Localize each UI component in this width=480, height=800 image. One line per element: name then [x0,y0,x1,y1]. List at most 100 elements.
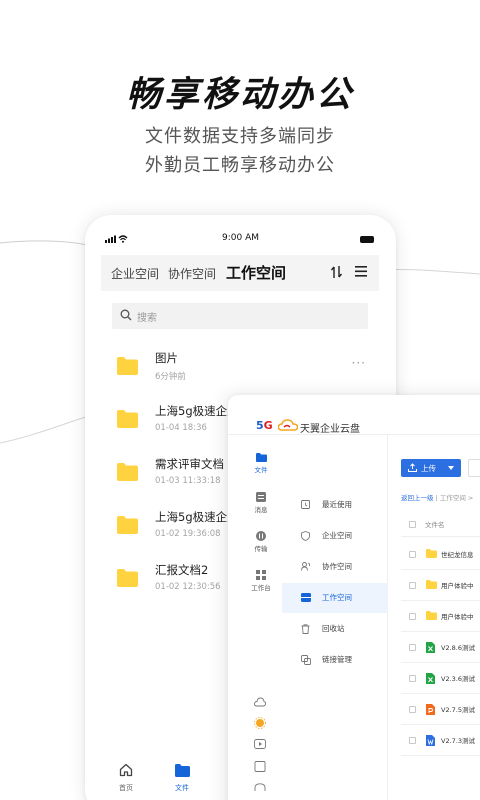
nav-home[interactable]: 首页 [106,762,146,793]
menu-label: 企业空间 [322,531,352,540]
recent-icon [301,500,310,509]
file-meta: 01-02 19:36:08 [155,529,221,539]
nav-files[interactable]: 文件 [162,762,202,793]
breadcrumb-path[interactable]: 工作空间 > [440,494,474,502]
folder-icon [117,357,138,375]
file-meta: 01-02 12:30:56 [155,582,221,592]
menu-item-links[interactable]: 链接管理 [282,645,388,675]
menu-item-workspace[interactable]: 工作空间 [282,583,388,613]
grid-icon [256,570,266,580]
row-filename: V2.3.6测试 [441,675,475,683]
menu-label: 工作空间 [322,593,352,602]
file-meta: 01-03 11:33:18 [155,476,221,486]
message-icon [256,492,266,502]
row-checkbox[interactable] [409,706,416,713]
menu-item-enterprise[interactable]: 企业空间 [282,521,388,551]
row-filename: V2.7.5测试 [441,706,475,714]
upload-button[interactable]: 上传 [401,459,461,477]
word-file-icon [426,735,435,746]
bookmark-icon[interactable] [254,761,266,772]
list-item[interactable]: 图片 6分钟前 ··· [85,348,396,388]
menu-item-collab[interactable]: 协作空间 [282,552,388,582]
row-checkbox[interactable] [409,737,416,744]
link-icon [301,655,311,665]
file-name: 需求评审文档 [155,457,224,471]
more-options-icon[interactable]: ··· [352,356,366,370]
status-time: 9:00 AM [222,233,259,243]
breadcrumb: 返回上一级 | 工作空间 > [401,492,473,502]
menu-item-trash[interactable]: 回收站 [282,614,388,644]
row-checkbox[interactable] [409,551,416,558]
folder-icon [174,764,190,777]
column-filename[interactable]: 文件名 [425,519,445,529]
menu-item-recent[interactable]: 最近使用 [282,490,388,520]
row-checkbox[interactable] [409,644,416,651]
select-all-checkbox[interactable] [409,521,416,528]
desktop-mockup: 5G 天翼企业云盘 文件 消息 传输 工作台 最近使用 企业空间 协作空间 工作… [228,395,480,800]
row-filename: V2.7.3测试 [441,737,475,745]
table-header: 文件名 [401,515,480,537]
subtitle-line-1: 文件数据支持多端同步 [145,126,335,147]
rail-item-workbench[interactable]: 工作台 [248,570,274,592]
file-name: 图片 [155,351,178,365]
ppt-file-icon [426,704,435,715]
cloud-upload-icon[interactable] [254,697,266,707]
search-placeholder: 搜索 [137,313,157,324]
row-checkbox[interactable] [409,613,416,620]
row-filename: 世纪龙信息 [441,551,474,559]
row-filename: 用户体验中 [441,613,474,621]
upload-icon [408,463,417,472]
file-name: 上海5g极速企业 [155,510,239,524]
file-name: 汇报文档2 [155,563,209,577]
menu-label: 协作空间 [322,562,352,571]
table-row[interactable]: V2.7.3测试 [401,725,480,756]
table-row[interactable]: 世纪龙信息 [401,539,480,570]
folder-icon [117,516,138,534]
desktop-file-area: 上传 返回上一级 | 工作空间 > 文件名 世纪龙信息 用户体验中 用户体验中 [388,435,480,800]
folder-icon [117,463,138,481]
rail-label: 消息 [254,506,268,514]
folder-icon [117,569,138,587]
tab-enterprise-space[interactable]: 企业空间 [111,265,159,282]
brand-name: 天翼企业云盘 [300,424,360,435]
home-icon [119,763,133,777]
folder-icon [426,611,437,620]
row-filename: 用户体验中 [441,582,474,590]
page-headline: 畅享移动办公 [125,75,354,115]
table-row[interactable]: V2.7.5测试 [401,694,480,725]
table-row[interactable]: V2.8.6测试 [401,632,480,663]
subtitle-line-2: 外勤员工畅享移动办公 [145,155,335,176]
rail-item-files[interactable]: 文件 [248,453,274,474]
sort-icon[interactable] [331,265,343,279]
chevron-down-icon [448,466,454,470]
desktop-sidebar-menu: 最近使用 企业空间 协作空间 工作空间 回收站 链接管理 [282,435,388,800]
status-bar: 9:00 AM [85,233,396,247]
tab-work-space[interactable]: 工作空间 [226,262,286,283]
menu-label: 最近使用 [322,500,352,509]
headset-icon[interactable] [254,783,266,793]
menu-label: 回收站 [322,624,345,633]
sun-badge-icon[interactable] [254,717,266,729]
rail-item-transfer[interactable]: 传输 [248,531,274,553]
rail-label: 传输 [254,545,268,553]
tab-collab-space[interactable]: 协作空间 [168,265,216,282]
search-input[interactable]: 搜索 [112,303,368,329]
menu-icon[interactable] [355,266,367,277]
row-checkbox[interactable] [409,675,416,682]
folder-icon [426,580,437,589]
breadcrumb-back-link[interactable]: 返回上一级 [401,494,434,502]
row-filename: V2.8.6测试 [441,644,475,652]
upload-label: 上传 [421,464,436,473]
file-meta: 01-04 18:36 [155,423,207,433]
file-meta: 6分钟前 [155,372,186,382]
battery-icon [360,236,374,243]
new-folder-button[interactable] [468,459,480,477]
table-row[interactable]: 用户体验中 [401,601,480,632]
rail-label: 文件 [254,466,268,474]
users-icon [301,562,311,571]
table-row[interactable]: 用户体验中 [401,570,480,601]
table-row[interactable]: V2.3.6测试 [401,663,480,694]
rail-item-messages[interactable]: 消息 [248,492,274,514]
row-checkbox[interactable] [409,582,416,589]
play-icon[interactable] [254,739,266,749]
